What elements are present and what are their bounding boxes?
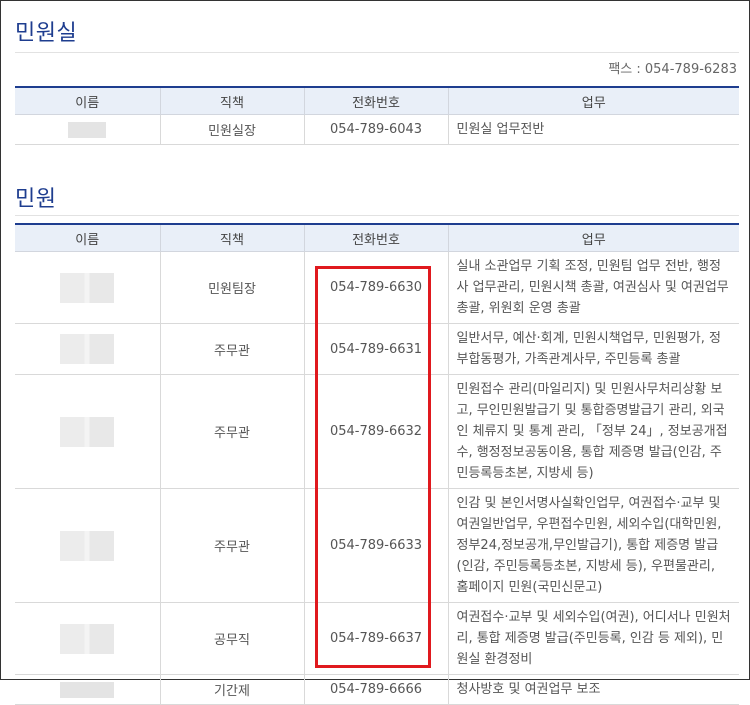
phone-cell: 054-789-6632	[303, 374, 448, 489]
redacted-name	[60, 623, 115, 654]
redacted-name	[60, 681, 115, 698]
header-position: 직책	[159, 223, 304, 252]
phone-cell: 054-789-6637	[303, 602, 448, 675]
phone-cell: 054-789-6633	[303, 488, 448, 603]
position-cell: 기간제	[159, 674, 304, 705]
name-cell	[15, 114, 160, 145]
position-cell: 공무직	[159, 602, 304, 675]
table-row: 주무관 054-789-6631 일반서무, 예산·회계, 민원시책업무, 민원…	[15, 323, 739, 375]
table-header-row: 이름 직책 전화번호 업무	[15, 223, 739, 252]
phone-cell: 054-789-6631	[303, 323, 448, 375]
name-cell	[15, 602, 160, 675]
civil-office-table: 이름 직책 전화번호 업무 민원실장 054-789-6043 민원실 업무전반	[15, 86, 739, 145]
section-divider	[15, 215, 739, 216]
table-header-row: 이름 직책 전화번호 업무	[15, 86, 739, 115]
redacted-name	[60, 334, 115, 364]
phone-cell: 054-789-6666	[303, 674, 448, 705]
table-row: 민원팀장 054-789-6630 실내 소관업무 기획 조정, 민원팀 업무 …	[15, 251, 739, 324]
fax-number: 팩스 : 054-789-6283	[608, 62, 737, 77]
section-divider	[15, 52, 739, 53]
redacted-name	[60, 416, 115, 447]
civil-table: 이름 직책 전화번호 업무 민원팀장 054-789-6630 실내 소관업무 …	[15, 223, 739, 705]
position-cell: 민원팀장	[159, 251, 304, 324]
table-row: 민원실장 054-789-6043 민원실 업무전반	[15, 114, 739, 145]
section-title-civil-office: 민원실	[15, 21, 78, 46]
position-cell: 민원실장	[159, 114, 304, 145]
header-duty: 업무	[447, 86, 739, 115]
duty-cell: 실내 소관업무 기획 조정, 민원팀 업무 전반, 행정사 업무관리, 민원시책…	[447, 251, 739, 324]
name-cell	[15, 251, 160, 324]
header-duty: 업무	[447, 223, 739, 252]
position-cell: 주무관	[159, 374, 304, 489]
redacted-name	[60, 272, 115, 303]
header-phone: 전화번호	[303, 86, 448, 115]
duty-cell: 민원접수 관리(마일리지) 및 민원사무처리상황 보고, 무인민원발급기 및 통…	[447, 374, 739, 489]
duty-cell: 인감 및 본인서명사실확인업무, 여권접수·교부 및 여권일반업무, 우편접수민…	[447, 488, 739, 603]
header-name: 이름	[15, 223, 160, 252]
header-name: 이름	[15, 86, 160, 115]
name-cell	[15, 374, 160, 489]
table-row: 기간제 054-789-6666 청사방호 및 여권업무 보조	[15, 674, 739, 705]
position-cell: 주무관	[159, 323, 304, 375]
duty-cell: 민원실 업무전반	[447, 114, 739, 145]
header-phone: 전화번호	[303, 223, 448, 252]
redacted-name	[60, 530, 115, 561]
duty-cell: 청사방호 및 여권업무 보조	[447, 674, 739, 705]
section-title-civil: 민원	[15, 187, 57, 212]
phone-cell: 054-789-6630	[303, 251, 448, 324]
table-row: 공무직 054-789-6637 여권접수·교부 및 세외수입(여권), 어디서…	[15, 602, 739, 675]
duty-cell: 일반서무, 예산·회계, 민원시책업무, 민원평가, 정부합동평가, 가족관계사…	[447, 323, 739, 375]
table-row: 주무관 054-789-6632 민원접수 관리(마일리지) 및 민원사무처리상…	[15, 374, 739, 489]
duty-cell: 여권접수·교부 및 세외수입(여권), 어디서나 민원처리, 통합 제증명 발급…	[447, 602, 739, 675]
table-row: 주무관 054-789-6633 인감 및 본인서명사실확인업무, 여권접수·교…	[15, 488, 739, 603]
redacted-name	[68, 121, 107, 138]
name-cell	[15, 488, 160, 603]
page: 민원실 팩스 : 054-789-6283 이름 직책 전화번호 업무 민원실장…	[1, 1, 749, 705]
name-cell	[15, 674, 160, 705]
header-position: 직책	[159, 86, 304, 115]
name-cell	[15, 323, 160, 375]
position-cell: 주무관	[159, 488, 304, 603]
phone-cell: 054-789-6043	[303, 114, 448, 145]
